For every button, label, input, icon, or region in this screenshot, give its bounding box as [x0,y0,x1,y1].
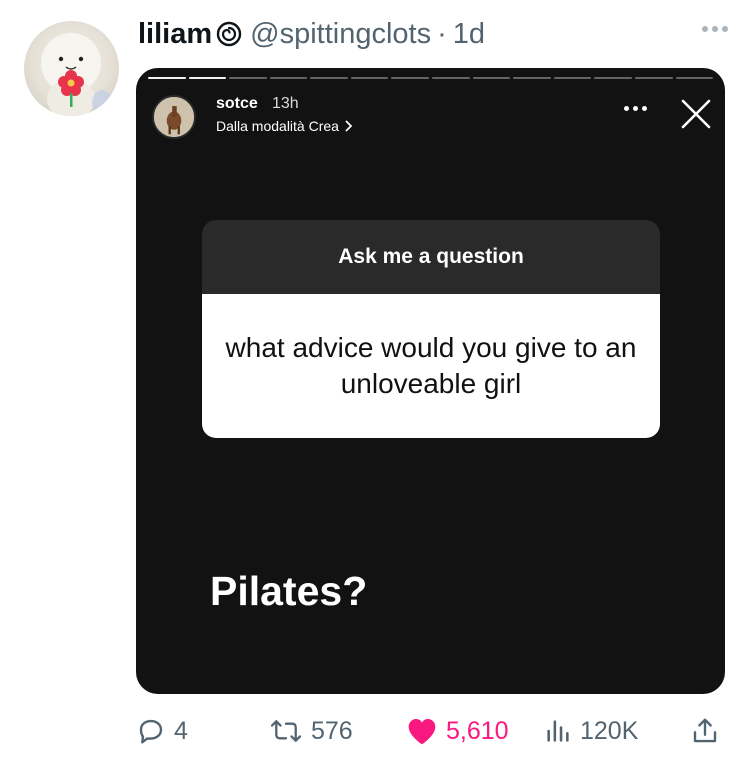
close-icon[interactable] [678,96,714,132]
story-time: 13h [272,95,299,112]
like-button[interactable]: 5,610 [406,706,509,756]
heart-icon [408,719,436,745]
reply-icon [139,719,163,744]
story-more-icon[interactable] [624,106,647,111]
story-subtitle-label: Dalla modalità Crea [216,118,339,134]
question-sticker-title: Ask me a question [202,220,660,294]
question-sticker-text: what advice would you give to an unlovea… [202,294,660,438]
view-count: 120K [580,716,639,745]
handle[interactable]: @spittingclots [250,18,431,51]
reply-button[interactable]: 4 [136,706,188,756]
story-username[interactable]: sotce [216,95,258,113]
retweet-button[interactable]: 576 [269,706,353,756]
story-answer-text: Pilates? [210,568,368,614]
chevron-right-icon [345,120,353,132]
story-screenshot[interactable]: sotce 13h Dalla modalità Crea Ask me a q… [136,68,725,694]
avatar[interactable] [24,21,119,116]
retweet-count: 576 [311,716,353,745]
reply-count: 4 [174,716,188,745]
views-button[interactable]: 120K [544,706,638,756]
retweet-icon [270,720,302,742]
share-button[interactable] [690,706,720,756]
tweet-time[interactable]: 1d [453,18,485,51]
more-options-icon[interactable] [702,26,728,32]
like-count: 5,610 [446,716,509,745]
story-subtitle[interactable]: Dalla modalità Crea [216,118,353,134]
separator-dot: · [437,17,447,50]
tweet-actions: 4 576 5,610 120K [136,706,725,756]
views-icon [547,720,569,742]
tweet-header: liliam @spittingclots · 1d [138,14,485,54]
spiral-emoji-icon [216,21,242,47]
story-avatar[interactable] [152,95,196,139]
display-name[interactable]: liliam [138,18,212,51]
story-progress-bar [148,77,714,79]
share-icon [693,718,717,743]
question-sticker: Ask me a question what advice would you … [202,220,660,438]
